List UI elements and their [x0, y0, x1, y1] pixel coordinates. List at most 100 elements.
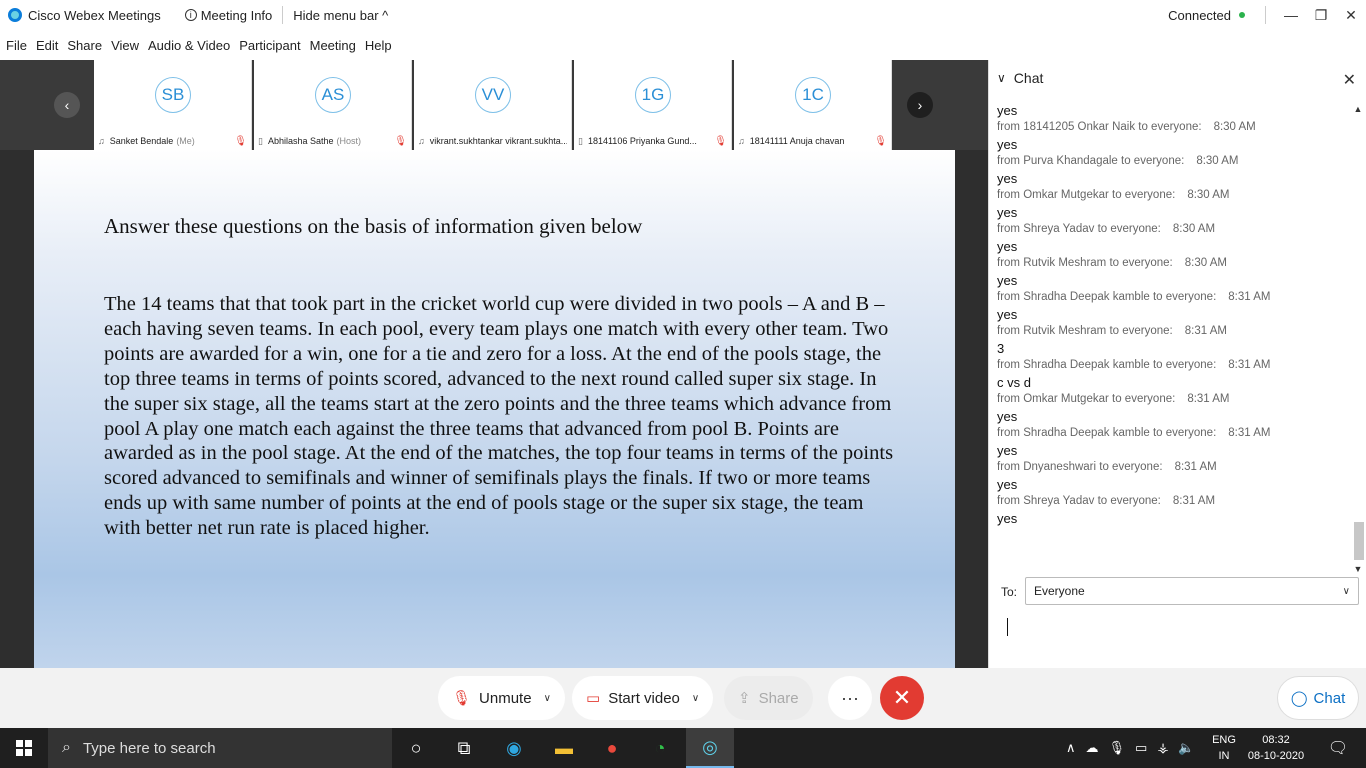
- notifications-icon[interactable]: 🗨: [1318, 728, 1358, 768]
- close-window-button[interactable]: ✕: [1336, 7, 1366, 24]
- taskbar-search[interactable]: ⌕ Type here to search: [48, 728, 392, 768]
- strip-prev-button[interactable]: ‹: [54, 92, 80, 118]
- chat-header[interactable]: ∨ Chat: [997, 70, 1043, 86]
- volume-icon[interactable]: 🔈: [1178, 740, 1194, 756]
- participant-tile[interactable]: AS ▯ Abhilasha Sathe (Host) 🎙: [254, 60, 412, 150]
- menu-view[interactable]: View: [111, 38, 139, 53]
- strip-next-button[interactable]: ›: [907, 92, 933, 118]
- system-tray: ∧ ☁ 🎙 ▭ ⚶ 🔈: [1066, 728, 1205, 768]
- unmute-label: Unmute: [479, 689, 532, 707]
- share-button[interactable]: ⇪ Share: [724, 676, 813, 720]
- chrome-icon[interactable]: ●: [588, 728, 636, 768]
- scroll-down-icon[interactable]: ▼: [1352, 564, 1364, 574]
- chat-message-sender-name: from Rutvik Meshram to everyone:: [997, 325, 1173, 337]
- chat-message-sender: from Shreya Yadav to everyone: 8:31 AM: [997, 493, 1347, 510]
- chat-message-text: yes: [997, 103, 1018, 118]
- scroll-up-icon[interactable]: ▲: [1352, 104, 1364, 114]
- unmute-button[interactable]: 🎙 Unmute ∨: [438, 676, 565, 720]
- hide-menu-bar-button[interactable]: Hide menu bar ^: [283, 0, 398, 30]
- cloud-icon[interactable]: ☁: [1086, 740, 1099, 756]
- chat-message-sender: from Shradha Deepak kamble to everyone: 8…: [997, 425, 1347, 442]
- slide-body: The 14 teams that that took part in the …: [104, 293, 894, 540]
- edge-icon[interactable]: ◉: [490, 728, 538, 768]
- avatar: 1G: [635, 77, 671, 113]
- more-options-button[interactable]: ···: [828, 676, 872, 720]
- chat-message-text: yes: [997, 171, 1018, 186]
- scroll-thumb[interactable]: [1354, 522, 1364, 560]
- chat-scrollbar[interactable]: ▲ ▼: [1352, 104, 1364, 574]
- task-view-icon[interactable]: ⧉: [440, 728, 488, 768]
- language-indicator[interactable]: ENG IN: [1210, 732, 1238, 764]
- participant-name: Sanket Bendale: [109, 136, 174, 146]
- minimize-button[interactable]: —: [1276, 7, 1306, 23]
- shared-slide: Answer these questions on the basis of i…: [34, 150, 955, 668]
- menu-share[interactable]: Share: [67, 38, 102, 53]
- chat-message-sender-name: from Shreya Yadav to everyone:: [997, 495, 1161, 507]
- menu-meeting[interactable]: Meeting: [310, 38, 356, 53]
- chat-message-sender-name: from Shradha Deepak kamble to everyone:: [997, 291, 1217, 303]
- participant-name-line: ♫ 18141111 Anuja chavan 🎙: [738, 134, 887, 148]
- menu-file[interactable]: File: [6, 38, 27, 53]
- meeting-info-button[interactable]: i Meeting Info: [175, 0, 283, 30]
- chat-message-text: yes: [997, 409, 1018, 424]
- menu-bar: File Edit Share View Audio & Video Parti…: [0, 30, 1366, 60]
- chevron-down-icon[interactable]: ∨: [544, 693, 551, 704]
- menu-audio-video[interactable]: Audio & Video: [148, 38, 230, 53]
- taskbar-clock[interactable]: 08:32 08-10-2020: [1246, 732, 1306, 764]
- restore-button[interactable]: ❐: [1306, 7, 1336, 24]
- chat-message-text: yes: [997, 273, 1018, 288]
- menu-participant[interactable]: Participant: [239, 38, 300, 53]
- webex-logo-icon: [8, 8, 22, 22]
- participant-name-line: ♫ vikrant.sukhtankar vikrant.sukhta...: [418, 134, 567, 148]
- network-icon[interactable]: ⚶: [1157, 740, 1168, 756]
- chat-toggle-label: Chat: [1313, 689, 1346, 707]
- cortana-icon[interactable]: ○: [392, 728, 440, 768]
- avatar: SB: [155, 77, 191, 113]
- info-icon: i: [184, 9, 197, 21]
- whatsapp-icon[interactable]: ◔: [636, 728, 684, 768]
- chat-message-sender: from Shradha Deepak kamble to everyone: 8…: [997, 289, 1347, 306]
- menu-help[interactable]: Help: [365, 38, 392, 53]
- battery-icon[interactable]: ▭: [1135, 740, 1147, 756]
- muted-mic-icon: 🎙: [874, 135, 887, 147]
- chat-message-text: 3: [997, 341, 1005, 356]
- chat-message-sender-name: from Omkar Mutgekar to everyone:: [997, 189, 1176, 201]
- webex-taskbar-icon[interactable]: ◎: [686, 728, 734, 768]
- chat-message-time: 8:30 AM: [1172, 223, 1216, 235]
- chat-message-time: 8:31 AM: [1228, 359, 1271, 371]
- chevron-down-icon: ∨: [1342, 585, 1350, 597]
- chat-message-sender: from Purva Khandagale to everyone: 8:30 A…: [997, 153, 1347, 170]
- close-chat-button[interactable]: ✕: [1343, 70, 1356, 90]
- recipient-value: Everyone: [1034, 584, 1085, 598]
- participant-tile[interactable]: 1C ♫ 18141111 Anuja chavan 🎙: [734, 60, 892, 150]
- chat-message-sender: from Omkar Mutgekar to everyone: 8:31 AM: [997, 391, 1347, 408]
- chat-message-text: yes: [997, 239, 1018, 254]
- chat-message-text: yes: [997, 443, 1018, 458]
- participant-tile[interactable]: VV ♫ vikrant.sukhtankar vikrant.sukhta..…: [414, 60, 572, 150]
- muted-mic-icon: 🎙: [234, 135, 247, 147]
- windows-logo-icon: [16, 740, 32, 756]
- microphone-icon[interactable]: 🎙: [1109, 740, 1126, 756]
- leave-meeting-button[interactable]: ✕: [880, 676, 924, 720]
- recipient-select[interactable]: Everyone ∨: [1025, 577, 1359, 605]
- file-explorer-icon[interactable]: ▬: [540, 728, 588, 768]
- chat-message-sender-name: from Shradha Deepak kamble to everyone:: [997, 427, 1217, 439]
- chat-input-cursor[interactable]: [1007, 618, 1008, 636]
- divider: [1265, 6, 1266, 24]
- chevron-down-icon[interactable]: ∨: [692, 693, 699, 704]
- chat-toggle-button[interactable]: ◯ Chat: [1277, 676, 1359, 720]
- participant-role: (Host): [336, 136, 362, 146]
- chat-bubble-icon: ◯: [1290, 690, 1308, 707]
- language-code: ENG: [1212, 734, 1236, 746]
- participant-tile[interactable]: 1G ▯ 18141106 Priyanka Gund... 🎙: [574, 60, 732, 150]
- chevron-up-icon[interactable]: ∧: [1066, 740, 1076, 756]
- menu-edit[interactable]: Edit: [36, 38, 58, 53]
- participant-tile[interactable]: SB ♫ Sanket Bendale (Me) 🎙: [94, 60, 252, 150]
- chat-message-text: yes: [997, 205, 1018, 220]
- chat-message-text: yes: [997, 511, 1018, 526]
- chat-message-time: 8:31 AM: [1184, 325, 1227, 337]
- start-button[interactable]: [0, 728, 48, 768]
- windows-taskbar: ⌕ Type here to search ○ ⧉ ◉ ▬ ● ◔ ◎ ∧ ☁ …: [0, 728, 1366, 768]
- chat-message-sender-name: from 18141205 Onkar Naik to everyone:: [997, 121, 1202, 133]
- start-video-button[interactable]: ▭ Start video ∨: [572, 676, 714, 720]
